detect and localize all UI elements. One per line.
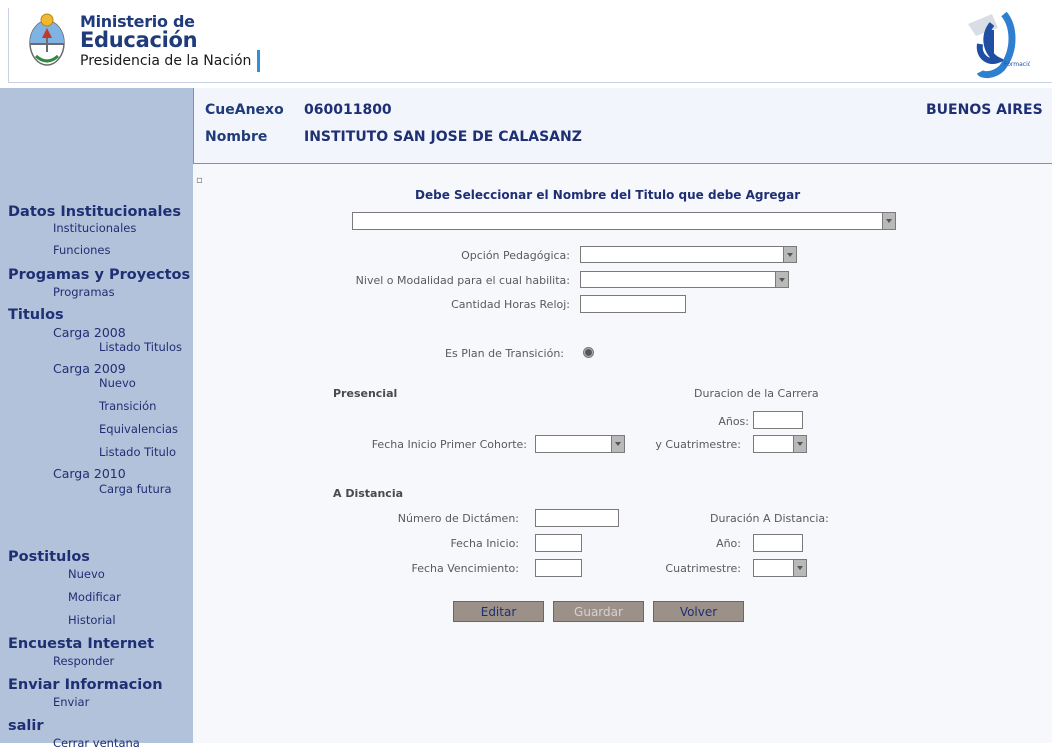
infd-logo-icon: Formación xyxy=(968,11,1030,79)
fecha-vencimiento-input[interactable] xyxy=(535,559,582,577)
anios-label: Años: xyxy=(718,415,749,428)
sidebar-item-responder[interactable]: Responder xyxy=(53,654,114,668)
broken-image-icon: ▫ xyxy=(196,175,203,186)
fecha-cohorte-label: Fecha Inicio Primer Cohorte: xyxy=(371,438,527,451)
numero-dictamen-input[interactable] xyxy=(535,509,619,527)
anio-label: Año: xyxy=(716,537,741,550)
ministry-name-line2: Educación xyxy=(80,28,198,52)
argentina-coat-of-arms-icon xyxy=(29,13,65,66)
sidebar-item-institucionales[interactable]: Institucionales xyxy=(53,221,136,235)
sidebar-item-carga-futura[interactable]: Carga futura xyxy=(99,482,172,496)
ministry-subtitle: Presidencia de la Nación xyxy=(80,53,252,69)
sidebar-item-postitulo-nuevo[interactable]: Nuevo xyxy=(68,567,105,581)
numero-dictamen-label: Número de Dictámen: xyxy=(397,512,519,525)
sidebar-heading-encuesta-internet[interactable]: Encuesta Internet xyxy=(8,636,154,652)
presencial-section-title: Presencial xyxy=(333,387,398,400)
province-value: BUENOS AIRES xyxy=(926,102,1043,118)
nombre-value: INSTITUTO SAN JOSE DE CALASANZ xyxy=(304,129,582,145)
svg-text:Formación: Formación xyxy=(1004,61,1030,68)
opcion-pedagogica-label: Opción Pedagógica: xyxy=(461,249,570,262)
sidebar-heading-enviar-informacion[interactable]: Enviar Informacion xyxy=(8,677,163,693)
anios-input[interactable] xyxy=(753,411,803,429)
sidebar-item-modificar[interactable]: Modificar xyxy=(68,590,121,604)
institution-info-panel xyxy=(193,88,1052,164)
chevron-down-icon[interactable] xyxy=(882,213,895,229)
sidebar-item-transicion[interactable]: Transición xyxy=(99,399,156,413)
sidebar-heading-datos-institucionales[interactable]: Datos Institucionales xyxy=(8,204,181,220)
header-divider xyxy=(8,82,1052,83)
titulo-select[interactable] xyxy=(352,212,896,230)
fecha-cohorte-select[interactable] xyxy=(535,435,625,453)
sidebar-item-listado-titulo[interactable]: Listado Titulo xyxy=(99,445,176,459)
distancia-section-title: A Distancia xyxy=(333,487,404,500)
sidebar-item-cerrar-ventana[interactable]: Cerrar ventana xyxy=(53,736,140,750)
form-instruction: Debe Seleccionar el Nombre del Titulo qu… xyxy=(415,188,801,202)
guardar-button[interactable]: Guardar xyxy=(553,601,644,622)
sidebar-year-2008[interactable]: Carga 2008 xyxy=(53,325,126,340)
opcion-pedagogica-select[interactable] xyxy=(580,246,797,263)
sidebar-year-2010[interactable]: Carga 2010 xyxy=(53,466,126,481)
cue-anexo-value: 060011800 xyxy=(304,102,392,118)
volver-button[interactable]: Volver xyxy=(653,601,744,622)
header-border xyxy=(8,8,9,83)
sidebar-heading-titulos[interactable]: Titulos xyxy=(8,307,64,323)
fecha-vencimiento-label: Fecha Vencimiento: xyxy=(411,562,519,575)
cuatrimestre-label: y Cuatrimestre: xyxy=(655,438,741,451)
chevron-down-icon[interactable] xyxy=(783,247,796,262)
cue-anexo-label: CueAnexo xyxy=(205,102,284,118)
cuatrimestre-select[interactable] xyxy=(753,435,807,453)
nivel-modalidad-label: Nivel o Modalidad para el cual habilita: xyxy=(355,274,570,287)
sidebar-heading-salir[interactable]: salir xyxy=(8,718,44,734)
chevron-down-icon[interactable] xyxy=(793,436,806,452)
editar-button[interactable]: Editar xyxy=(453,601,544,622)
anio-input[interactable] xyxy=(753,534,803,552)
sidebar-item-historial[interactable]: Historial xyxy=(68,613,116,627)
sidebar-item-nuevo-titulo[interactable]: Nuevo xyxy=(99,376,136,390)
sidebar-item-listado-titulos[interactable]: Listado Titulos xyxy=(99,340,182,354)
duracion-carrera-title: Duracion de la Carrera xyxy=(694,387,819,400)
sidebar-heading-postitulos[interactable]: Postitulos xyxy=(8,549,90,565)
sidebar-year-2009[interactable]: Carga 2009 xyxy=(53,361,126,376)
nivel-modalidad-select[interactable] xyxy=(580,271,789,288)
cuatrimestre-distancia-label: Cuatrimestre: xyxy=(665,562,741,575)
fecha-inicio-input[interactable] xyxy=(535,534,582,552)
cantidad-horas-input[interactable] xyxy=(580,295,686,313)
cantidad-horas-label: Cantidad Horas Reloj: xyxy=(451,298,570,311)
fecha-inicio-label: Fecha Inicio: xyxy=(450,537,519,550)
duracion-distancia-label: Duración A Distancia: xyxy=(710,512,829,525)
plan-transicion-radio[interactable] xyxy=(583,347,594,358)
sidebar-item-programas[interactable]: Programas xyxy=(53,285,115,299)
sidebar-heading-programas-proyectos[interactable]: Progamas y Proyectos xyxy=(8,267,190,283)
sidebar-item-enviar[interactable]: Enviar xyxy=(53,695,89,709)
cuatrimestre-distancia-select[interactable] xyxy=(753,559,807,577)
logo-accent-bar xyxy=(257,50,260,72)
plan-transicion-label: Es Plan de Transición: xyxy=(445,347,564,360)
chevron-down-icon[interactable] xyxy=(775,272,788,287)
chevron-down-icon[interactable] xyxy=(793,560,806,576)
nombre-label: Nombre xyxy=(205,129,268,145)
sidebar-item-funciones[interactable]: Funciones xyxy=(53,243,110,257)
sidebar-item-equivalencias[interactable]: Equivalencias xyxy=(99,422,178,436)
chevron-down-icon[interactable] xyxy=(611,436,624,452)
